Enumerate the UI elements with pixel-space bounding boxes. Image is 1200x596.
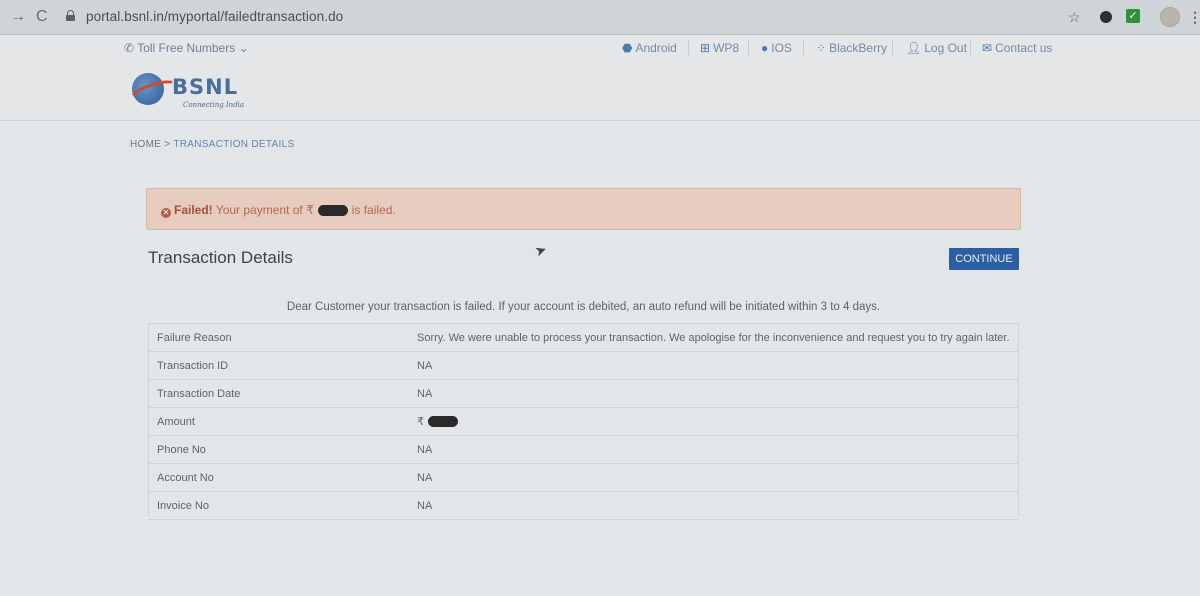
nav-android-label: Android: [635, 41, 677, 55]
nav-divider: [803, 40, 804, 55]
toll-free-dropdown[interactable]: ✆ Toll Free Numbers ⌄: [124, 41, 249, 55]
nav-wp8[interactable]: ⊞ WP8: [700, 41, 739, 55]
apple-icon: ●: [761, 41, 769, 55]
table-row: Account No NA: [148, 463, 1019, 492]
nav-wp8-label: WP8: [713, 41, 740, 55]
browser-toolbar: → C portal.bsnl.in/myportal/failedtransa…: [0, 0, 1200, 35]
nav-ios-label: IOS: [771, 41, 792, 55]
alert-text: ✕ Failed! Your payment of ₹ is failed.: [161, 203, 396, 218]
toll-free-label: Toll Free Numbers: [137, 41, 236, 55]
failure-alert: ✕ Failed! Your payment of ₹ is failed.: [146, 188, 1021, 230]
detail-value: NA: [408, 491, 1019, 520]
breadcrumb-current: TRANSACTION DETAILS: [173, 139, 295, 150]
browser-menu-icon[interactable]: ⋮: [1188, 9, 1200, 26]
detail-label: Phone No: [148, 435, 408, 464]
reload-icon[interactable]: C: [36, 8, 48, 26]
alert-message-start: Your payment of ₹: [215, 203, 314, 217]
breadcrumb: HOME > TRANSACTION DETAILS: [130, 139, 294, 150]
header-divider: [0, 120, 1200, 121]
redacted-amount: [317, 205, 348, 216]
nav-logout-label: Log Out: [924, 41, 967, 55]
mouse-cursor-icon: ➤: [532, 240, 549, 260]
table-row: Phone No NA: [148, 435, 1019, 464]
redacted-amount: [428, 416, 458, 427]
logo-text: BSNL: [172, 75, 239, 99]
nav-divider: [892, 40, 893, 55]
mail-icon: ✉: [982, 41, 993, 55]
error-circle-icon: ✕: [161, 208, 171, 218]
page-title: Transaction Details: [148, 248, 293, 267]
detail-label: Invoice No: [148, 491, 408, 520]
nav-divider: [688, 40, 689, 55]
nav-blackberry[interactable]: ⁘ BlackBerry: [816, 41, 887, 55]
detail-label: Transaction ID: [148, 351, 408, 380]
refund-notice: Dear Customer your transaction is failed…: [286, 301, 881, 313]
extension-icon[interactable]: [1100, 11, 1112, 23]
detail-value: NA: [408, 379, 1019, 408]
nav-android[interactable]: ⬣ Android: [622, 41, 677, 55]
user-icon: 👤︎: [906, 41, 922, 55]
bookmark-star-icon[interactable]: ☆: [1068, 9, 1081, 26]
nav-contact[interactable]: ✉ Contact us: [982, 41, 1052, 55]
detail-label: Account No: [148, 463, 408, 492]
table-row: Amount ₹: [148, 407, 1019, 436]
rupee-symbol: ₹: [417, 416, 424, 428]
nav-logout[interactable]: 👤︎ Log Out: [906, 41, 967, 55]
address-bar[interactable]: portal.bsnl.in/myportal/failedtransactio…: [86, 9, 343, 24]
table-row: Failure Reason Sorry. We were unable to …: [148, 323, 1019, 352]
transaction-details-table: Failure Reason Sorry. We were unable to …: [148, 323, 1019, 520]
nav-divider: [748, 40, 749, 55]
windows-icon: ⊞: [700, 41, 711, 55]
table-row: Invoice No NA: [148, 491, 1019, 520]
detail-value: NA: [408, 435, 1019, 464]
detail-label: Transaction Date: [148, 379, 408, 408]
bsnl-logo[interactable]: BSNL Connecting India: [126, 69, 248, 113]
detail-label: Amount: [148, 407, 408, 436]
nav-ios[interactable]: ● IOS: [761, 41, 792, 55]
alert-message-end: is failed.: [351, 203, 396, 217]
phone-icon: ✆: [124, 41, 135, 55]
page: ✆ Toll Free Numbers ⌄ ⬣ Android ⊞ WP8 ● IOS…: [0, 35, 1200, 596]
logo-tagline: Connecting India: [183, 101, 245, 109]
detail-value-amount: ₹: [408, 407, 1019, 436]
breadcrumb-separator: >: [164, 139, 171, 150]
table-row: Transaction ID NA: [148, 351, 1019, 380]
continue-button[interactable]: CONTINUE: [949, 248, 1019, 270]
profile-avatar[interactable]: [1160, 7, 1180, 27]
android-icon: ⬣: [622, 41, 633, 55]
blackberry-icon: ⁘: [816, 41, 827, 55]
nav-contact-label: Contact us: [995, 41, 1053, 55]
chevron-down-icon: ⌄: [238, 41, 249, 55]
site-header: ✆ Toll Free Numbers ⌄ ⬣ Android ⊞ WP8 ● IOS…: [0, 35, 1200, 120]
detail-label: Failure Reason: [148, 323, 408, 352]
alert-strong: Failed!: [174, 203, 213, 217]
detail-value: NA: [408, 351, 1019, 380]
breadcrumb-home[interactable]: HOME: [130, 139, 161, 150]
extension-check-icon[interactable]: ✓: [1126, 9, 1140, 23]
nav-blackberry-label: BlackBerry: [829, 41, 888, 55]
table-row: Transaction Date NA: [148, 379, 1019, 408]
nav-divider: [970, 40, 971, 55]
detail-value: NA: [408, 463, 1019, 492]
lock-icon[interactable]: [66, 10, 75, 21]
back-arrow-icon[interactable]: →: [10, 8, 26, 26]
detail-value: Sorry. We were unable to process your tr…: [408, 323, 1019, 352]
